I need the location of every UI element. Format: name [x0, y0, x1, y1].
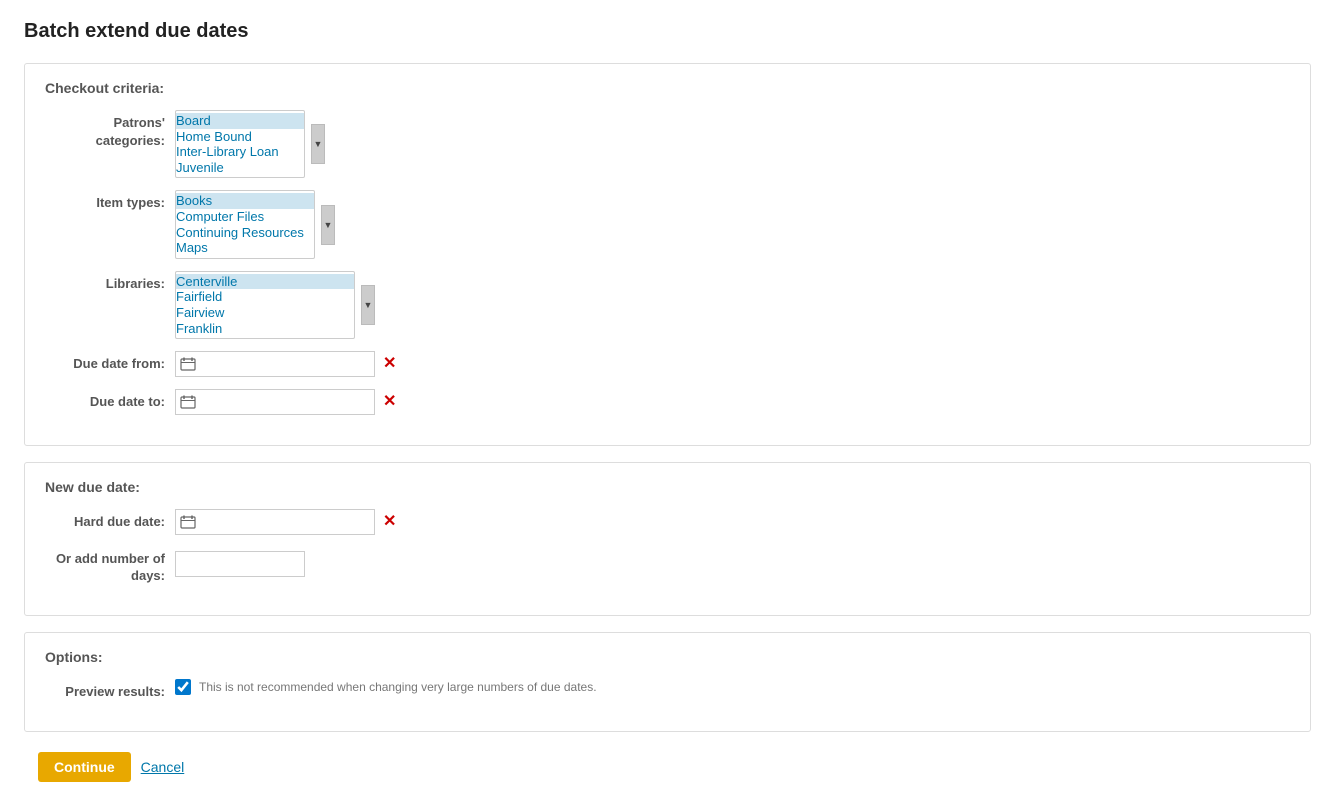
- patrons-categories-row: Patrons' categories: Board Home Bound In…: [45, 110, 1290, 178]
- button-row: Continue Cancel: [24, 752, 1311, 782]
- item-types-row: Item types: Books Computer Files Continu…: [45, 190, 1290, 258]
- item-types-control: Books Computer Files Continuing Resource…: [175, 190, 335, 258]
- cancel-button[interactable]: Cancel: [141, 759, 185, 775]
- checkout-criteria-section: Checkout criteria: Patrons' categories: …: [24, 63, 1311, 446]
- continue-button[interactable]: Continue: [38, 752, 131, 782]
- hard-due-date-label: Hard due date:: [45, 509, 175, 531]
- hard-due-date-control: ✕: [175, 509, 398, 535]
- due-date-to-calendar-icon[interactable]: [180, 395, 196, 409]
- hard-due-date-row: Hard due date: ✕: [45, 509, 1290, 535]
- patrons-categories-label: Patrons' categories:: [45, 110, 175, 150]
- due-date-from-control: ✕: [175, 351, 398, 377]
- hard-due-date-input-wrap: [175, 509, 375, 535]
- libraries-row: Libraries: Centerville Fairfield Fairvie…: [45, 271, 1290, 339]
- due-date-to-control: ✕: [175, 389, 398, 415]
- new-due-date-title: New due date:: [45, 479, 1290, 495]
- preview-results-warning: This is not recommended when changing ve…: [199, 680, 597, 694]
- due-date-from-clear-button[interactable]: ✕: [381, 356, 398, 372]
- due-date-from-input-wrap: [175, 351, 375, 377]
- due-date-to-row: Due date to: ✕: [45, 389, 1290, 415]
- item-types-select[interactable]: Books Computer Files Continuing Resource…: [175, 190, 315, 258]
- page-title: Batch extend due dates: [24, 20, 1311, 43]
- preview-results-label: Preview results:: [45, 679, 175, 701]
- libraries-select[interactable]: Centerville Fairfield Fairview Franklin: [175, 271, 355, 339]
- hard-due-date-calendar-icon[interactable]: [180, 515, 196, 529]
- add-days-label: Or add number of days:: [45, 547, 175, 585]
- due-date-from-label: Due date from:: [45, 351, 175, 373]
- preview-results-row: Preview results: This is not recommended…: [45, 679, 1290, 701]
- libraries-control: Centerville Fairfield Fairview Franklin …: [175, 271, 375, 339]
- add-days-row: Or add number of days:: [45, 547, 1290, 585]
- item-types-label: Item types:: [45, 190, 175, 212]
- preview-results-checkbox[interactable]: [175, 679, 191, 695]
- add-days-input[interactable]: [175, 551, 305, 577]
- options-title: Options:: [45, 649, 1290, 665]
- preview-results-control: This is not recommended when changing ve…: [175, 679, 597, 695]
- due-date-to-label: Due date to:: [45, 389, 175, 411]
- patrons-categories-control: Board Home Bound Inter-Library Loan Juve…: [175, 110, 325, 178]
- due-date-to-input[interactable]: [196, 395, 356, 410]
- due-date-from-input[interactable]: [196, 357, 356, 372]
- hard-due-date-clear-button[interactable]: ✕: [381, 514, 398, 530]
- options-section: Options: Preview results: This is not re…: [24, 632, 1311, 732]
- due-date-to-input-wrap: [175, 389, 375, 415]
- hard-due-date-input[interactable]: [196, 515, 356, 530]
- due-date-from-calendar-icon[interactable]: [180, 357, 196, 371]
- page-wrapper: Batch extend due dates Checkout criteria…: [0, 0, 1335, 812]
- new-due-date-section: New due date: Hard due date: ✕: [24, 462, 1311, 616]
- due-date-from-row: Due date from: ✕: [45, 351, 1290, 377]
- add-days-control: [175, 547, 305, 577]
- checkout-criteria-title: Checkout criteria:: [45, 80, 1290, 96]
- libraries-label: Libraries:: [45, 271, 175, 293]
- patrons-categories-select[interactable]: Board Home Bound Inter-Library Loan Juve…: [175, 110, 305, 178]
- due-date-to-clear-button[interactable]: ✕: [381, 394, 398, 410]
